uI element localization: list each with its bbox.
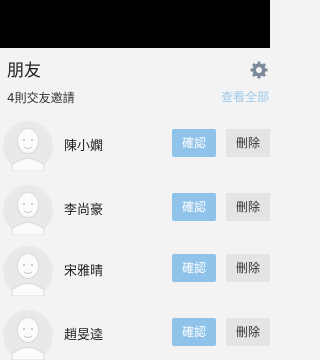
delete-button[interactable]: 刪除	[226, 193, 270, 221]
delete-button[interactable]: 刪除	[226, 129, 270, 157]
friends-panel: 朋友 4則交友邀請 查看全部 陳小嫻 確認 刪除 李尚豪 確認 刪除 宋雅晴 確…	[0, 48, 270, 360]
confirm-button[interactable]: 確認	[172, 318, 216, 346]
confirm-button[interactable]: 確認	[172, 129, 216, 157]
see-all-link[interactable]: 查看全部	[221, 88, 269, 105]
avatar[interactable]	[3, 246, 53, 296]
friend-request-row: 宋雅晴 確認 刪除	[0, 246, 270, 306]
page-title: 朋友	[7, 61, 41, 81]
friend-name[interactable]: 李尚豪	[64, 199, 103, 218]
friend-name[interactable]: 宋雅晴	[64, 260, 103, 279]
friend-request-count: 4則交友邀請	[7, 91, 75, 105]
friend-request-row: 李尚豪 確認 刪除	[0, 185, 270, 245]
confirm-button[interactable]: 確認	[172, 193, 216, 221]
gear-icon[interactable]	[249, 60, 269, 80]
avatar[interactable]	[3, 121, 53, 171]
delete-button[interactable]: 刪除	[226, 254, 270, 282]
friend-request-row: 趙旻逵 確認 刪除	[0, 310, 270, 360]
friend-request-row: 陳小嫻 確認 刪除	[0, 121, 270, 181]
avatar[interactable]	[3, 310, 53, 360]
confirm-button[interactable]: 確認	[172, 254, 216, 282]
friend-name[interactable]: 趙旻逵	[64, 324, 103, 343]
avatar[interactable]	[3, 185, 53, 235]
friend-name[interactable]: 陳小嫻	[64, 135, 103, 154]
delete-button[interactable]: 刪除	[226, 318, 270, 346]
status-bar	[0, 0, 270, 48]
